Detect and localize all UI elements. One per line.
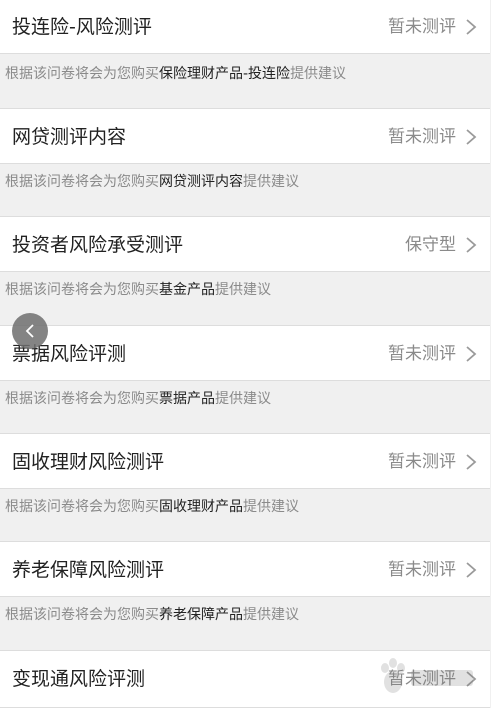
assessment-title: 投连险-风险测评: [12, 16, 152, 38]
assessment-title: 投资者风险承受测评: [12, 234, 184, 256]
assessment-status: 暂未测评: [388, 344, 456, 364]
assessment-row-investment-linked[interactable]: 投连险-风险测评 暂未测评: [0, 0, 490, 54]
chevron-right-icon: [466, 346, 477, 362]
chevron-left-icon: [25, 324, 34, 338]
note-product: 固收理财产品: [159, 499, 243, 515]
note-product: 基金产品: [159, 282, 215, 298]
back-button[interactable]: [12, 313, 48, 349]
note-product: 养老保障产品: [159, 607, 243, 623]
note-product: 保险理财产品-投连险: [159, 66, 291, 82]
assessment-title: 变现通风险评测: [12, 668, 146, 690]
assessment-status: 保守型: [405, 235, 456, 255]
note-prefix: 根据该问卷将会为您购买: [5, 282, 159, 298]
assessment-row-p2p[interactable]: 网贷测评内容 暂未测评: [0, 108, 490, 164]
assessment-note: 根据该问卷将会为您购买网贷测评内容提供建议: [5, 171, 299, 191]
note-prefix: 根据该问卷将会为您购买: [5, 174, 159, 190]
note-prefix: 根据该问卷将会为您购买: [5, 499, 159, 515]
assessment-title: 养老保障风险测评: [12, 559, 165, 581]
note-suffix: 提供建议: [243, 607, 299, 623]
assessment-status: 暂未测评: [388, 452, 456, 472]
chevron-right-icon: [466, 671, 477, 687]
assessment-note: 根据该问卷将会为您购买保险理财产品-投连险提供建议: [5, 63, 346, 83]
assessment-row-pension[interactable]: 养老保障风险测评 暂未测评: [0, 541, 490, 597]
note-prefix: 根据该问卷将会为您购买: [5, 607, 159, 623]
chevron-right-icon: [466, 237, 477, 253]
assessment-note: 根据该问卷将会为您购买养老保障产品提供建议: [5, 604, 299, 624]
assessment-row-bill[interactable]: 票据风险评测 暂未测评: [0, 325, 490, 381]
assessment-status: 暂未测评: [388, 560, 456, 580]
assessment-title: 网贷测评内容: [12, 126, 127, 148]
note-prefix: 根据该问卷将会为您购买: [5, 391, 159, 407]
assessment-row-fixed-income[interactable]: 固收理财风险测评 暂未测评: [0, 433, 490, 489]
assessment-title: 固收理财风险测评: [12, 451, 165, 473]
chevron-right-icon: [466, 454, 477, 470]
note-suffix: 提供建议: [243, 499, 299, 515]
assessment-status: 暂未测评: [388, 127, 456, 147]
chevron-right-icon: [466, 562, 477, 578]
note-suffix: 提供建议: [243, 174, 299, 190]
note-product: 网贷测评内容: [159, 174, 243, 190]
note-product: 票据产品: [159, 391, 215, 407]
note-suffix: 提供建议: [290, 66, 347, 82]
assessment-note: 根据该问卷将会为您购买固收理财产品提供建议: [5, 496, 299, 516]
assessment-status: 暂未测评: [388, 669, 456, 689]
assessment-row-liquidation[interactable]: 变现通风险评测 暂未测评: [0, 650, 490, 708]
note-suffix: 提供建议: [215, 282, 271, 298]
assessment-row-investor-risk[interactable]: 投资者风险承受测评 保守型: [0, 216, 490, 272]
note-suffix: 提供建议: [215, 391, 271, 407]
chevron-right-icon: [466, 129, 477, 145]
chevron-right-icon: [466, 19, 477, 35]
assessment-note: 根据该问卷将会为您购买基金产品提供建议: [5, 279, 271, 299]
assessment-note: 根据该问卷将会为您购买票据产品提供建议: [5, 388, 271, 408]
assessment-status: 暂未测评: [388, 17, 456, 37]
note-prefix: 根据该问卷将会为您购买: [5, 66, 159, 82]
